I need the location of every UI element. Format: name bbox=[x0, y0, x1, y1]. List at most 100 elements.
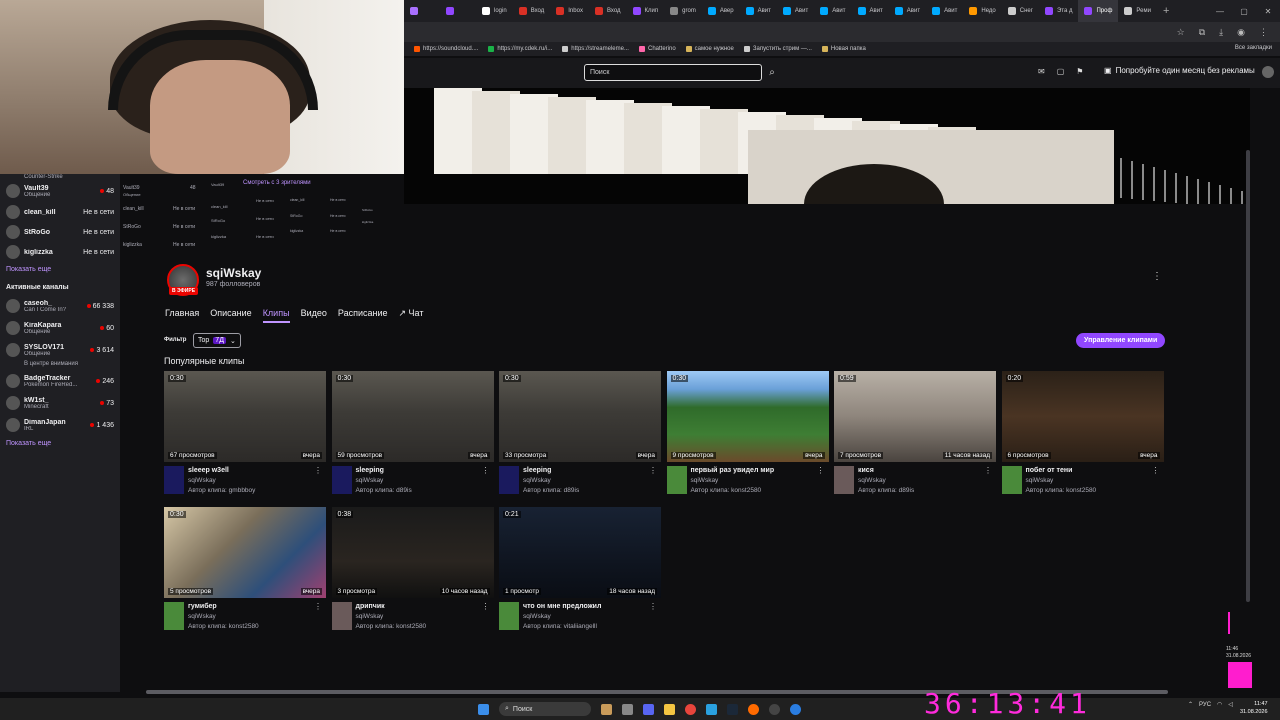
taskbar-search[interactable]: ⌕ Поиск bbox=[499, 702, 591, 716]
filter-dropdown[interactable]: Top 7Д ⌄ bbox=[193, 333, 241, 348]
minimize-icon[interactable]: — bbox=[1208, 0, 1232, 22]
sidebar-channel-item[interactable]: DimanJapan IRL 1 436 bbox=[0, 414, 120, 436]
clip-thumbnail[interactable]: 0:30 9 просмотров вчера bbox=[666, 371, 829, 462]
clip-card[interactable]: 0:30 33 просмотра вчера sleeping sqiWskay Авт… bbox=[499, 371, 661, 499]
show-more-active-link[interactable]: Показать еще bbox=[0, 436, 120, 452]
sidebar-channel-item[interactable]: clean_kill Не в сети bbox=[0, 202, 120, 222]
clip-channel-avatar[interactable] bbox=[331, 466, 352, 494]
clip-menu-icon[interactable]: ⋮ bbox=[817, 466, 825, 475]
close-icon[interactable]: ✕ bbox=[1256, 0, 1280, 22]
browser-tab[interactable]: login bbox=[476, 0, 513, 22]
clip-card[interactable]: 0:21 1 просмотр 18 часов назад что он мне п… bbox=[499, 507, 661, 635]
clip-card[interactable]: 0:20 6 просмотров вчера побег от тени sqiWsk… bbox=[1001, 371, 1164, 499]
clip-menu-icon[interactable]: ⋮ bbox=[984, 466, 992, 475]
clip-channel[interactable]: sqiWskay bbox=[523, 477, 551, 484]
browser-icon[interactable] bbox=[748, 703, 759, 715]
store-icon[interactable] bbox=[706, 703, 717, 715]
download-icon[interactable]: ⤓ bbox=[1219, 27, 1223, 38]
sidebar-channel-item[interactable]: SYSLOV171 Общение 3 614 bbox=[0, 339, 120, 361]
clip-channel[interactable]: sqiWskay bbox=[858, 477, 886, 484]
clip-thumbnail[interactable]: 0:59 7 просмотров 11 часов назад bbox=[834, 371, 996, 462]
show-more-followed-link[interactable]: Показать еще bbox=[0, 262, 120, 278]
browser-tab[interactable]: Авит bbox=[814, 0, 851, 22]
channel-tab[interactable]: Видео bbox=[301, 308, 327, 323]
clip-thumbnail[interactable]: 0:20 6 просмотров вчера bbox=[1001, 371, 1164, 462]
app-icon[interactable] bbox=[790, 703, 801, 715]
avatar[interactable] bbox=[1262, 66, 1274, 78]
clip-channel[interactable]: sqiWskay bbox=[188, 613, 216, 620]
task-view-icon[interactable] bbox=[622, 703, 633, 715]
file-explorer-icon[interactable] bbox=[664, 703, 675, 715]
browser-tab[interactable]: Эта д bbox=[1039, 0, 1079, 22]
clip-channel[interactable]: sqiWskay bbox=[1026, 477, 1054, 484]
clip-channel[interactable]: sqiWskay bbox=[356, 613, 384, 620]
clip-channel[interactable]: sqiWskay bbox=[188, 477, 216, 484]
sidebar-channel-item[interactable]: BadgeTracker Pokémon FireRed... 246 bbox=[0, 370, 120, 392]
inbox-icon[interactable]: ✉ bbox=[1038, 67, 1045, 76]
menu-icon[interactable]: ⋮ bbox=[1259, 27, 1268, 38]
browser-tab[interactable] bbox=[440, 0, 476, 22]
sidebar-channel-item[interactable]: caseoh_ Can I Come In? 66 338 bbox=[0, 295, 120, 317]
browser-tab[interactable]: Авит bbox=[777, 0, 814, 22]
drops-icon[interactable]: ⚑ bbox=[1076, 67, 1083, 76]
start-icon[interactable] bbox=[478, 703, 489, 715]
sidebar-channel-item[interactable]: kW1st_ Minecraft 73 bbox=[0, 392, 120, 414]
sidebar-channel-item[interactable]: Vault39 Общение 48 bbox=[0, 180, 120, 202]
bookmark-item[interactable]: Chatterino bbox=[638, 46, 676, 52]
clip-card[interactable]: 0:59 7 просмотров 11 часов назад кися sqiWsk… bbox=[834, 371, 996, 499]
channel-tab[interactable]: ↗ Чат bbox=[398, 308, 423, 323]
search-icon[interactable]: ⌕ bbox=[765, 64, 779, 81]
chrome-icon[interactable] bbox=[685, 703, 696, 715]
browser-tab[interactable]: Авит bbox=[926, 0, 963, 22]
watch-with-viewers[interactable]: Смотреть с 3 зрителями bbox=[243, 180, 311, 186]
bookmark-item[interactable]: Новая папка bbox=[821, 46, 866, 52]
clip-thumbnail[interactable]: 0:30 33 просмотра вчера bbox=[499, 371, 661, 462]
bookmark-item[interactable]: https://soundcloud.... bbox=[414, 46, 478, 52]
clip-card[interactable]: 0:30 5 просмотров вчера гумибер sqiWskay Авто… bbox=[164, 507, 326, 635]
browser-tab[interactable]: Авер bbox=[702, 0, 740, 22]
sidebar-channel-item[interactable]: kiglizzka Не в сети bbox=[0, 242, 120, 262]
channel-tab[interactable]: Расписание bbox=[338, 308, 388, 323]
clip-menu-icon[interactable]: ⋮ bbox=[314, 602, 322, 611]
clip-channel[interactable]: sqiWskay bbox=[523, 613, 551, 620]
discord-icon[interactable] bbox=[643, 703, 654, 715]
clip-channel-avatar[interactable] bbox=[164, 602, 184, 630]
clip-thumbnail[interactable]: 0:30 59 просмотров вчера bbox=[331, 371, 494, 462]
clip-card[interactable]: 0:30 9 просмотров вчера первый раз увидел м… bbox=[666, 371, 829, 499]
clip-menu-icon[interactable]: ⋮ bbox=[482, 602, 490, 611]
wifi-icon[interactable]: ◠ bbox=[1217, 701, 1222, 708]
clip-menu-icon[interactable]: ⋮ bbox=[649, 602, 657, 611]
widgets-icon[interactable] bbox=[601, 703, 612, 715]
clip-channel-avatar[interactable] bbox=[1001, 466, 1022, 494]
browser-tab[interactable]: Проф bbox=[1078, 0, 1119, 22]
bookmark-star-icon[interactable]: ☆ bbox=[1177, 27, 1185, 38]
browser-tab[interactable]: Вход bbox=[513, 0, 551, 22]
channel-tab[interactable]: Описание bbox=[210, 308, 251, 323]
clip-channel-avatar[interactable] bbox=[499, 466, 519, 494]
more-options-icon[interactable]: ⋮ bbox=[1152, 271, 1162, 282]
clip-thumbnail[interactable]: 0:30 67 просмотров вчера bbox=[164, 371, 326, 462]
browser-tab[interactable]: Клип bbox=[627, 0, 665, 22]
obs-icon[interactable] bbox=[769, 703, 780, 715]
clip-card[interactable]: 0:30 67 просмотров вчера sleeep w3ell sqiWsk… bbox=[164, 371, 326, 499]
clip-channel-avatar[interactable] bbox=[834, 466, 854, 494]
browser-tab[interactable]: Вход bbox=[589, 0, 627, 22]
clip-thumbnail[interactable]: 0:30 5 просмотров вчера bbox=[164, 507, 326, 598]
bookmark-item[interactable]: самое нужное bbox=[685, 46, 734, 52]
browser-tab[interactable] bbox=[404, 0, 440, 22]
browser-tab[interactable]: Авит bbox=[740, 0, 777, 22]
clip-card[interactable]: 0:30 59 просмотров вчера sleeping sqiWskay Ав… bbox=[331, 371, 494, 499]
sidebar-channel-item[interactable]: StRoGo Не в сети bbox=[0, 222, 120, 242]
manage-clips-button[interactable]: Управление клипами bbox=[1076, 333, 1166, 348]
clip-channel-avatar[interactable] bbox=[499, 602, 519, 630]
chevron-up-icon[interactable]: ⌃ bbox=[1188, 701, 1193, 708]
turbo-button[interactable]: ▣ Попробуйте один месяц без рекламы bbox=[1104, 66, 1255, 75]
maximize-icon[interactable]: ▢ bbox=[1232, 0, 1256, 22]
browser-tab[interactable]: Inbox bbox=[550, 0, 589, 22]
clip-channel[interactable]: sqiWskay bbox=[356, 477, 384, 484]
clip-channel-avatar[interactable] bbox=[331, 602, 352, 630]
browser-tab[interactable]: grom bbox=[664, 0, 702, 22]
channel-tab[interactable]: Клипы bbox=[262, 308, 290, 323]
channel-tab[interactable]: Главная bbox=[165, 308, 199, 323]
clip-channel-avatar[interactable] bbox=[164, 466, 184, 494]
